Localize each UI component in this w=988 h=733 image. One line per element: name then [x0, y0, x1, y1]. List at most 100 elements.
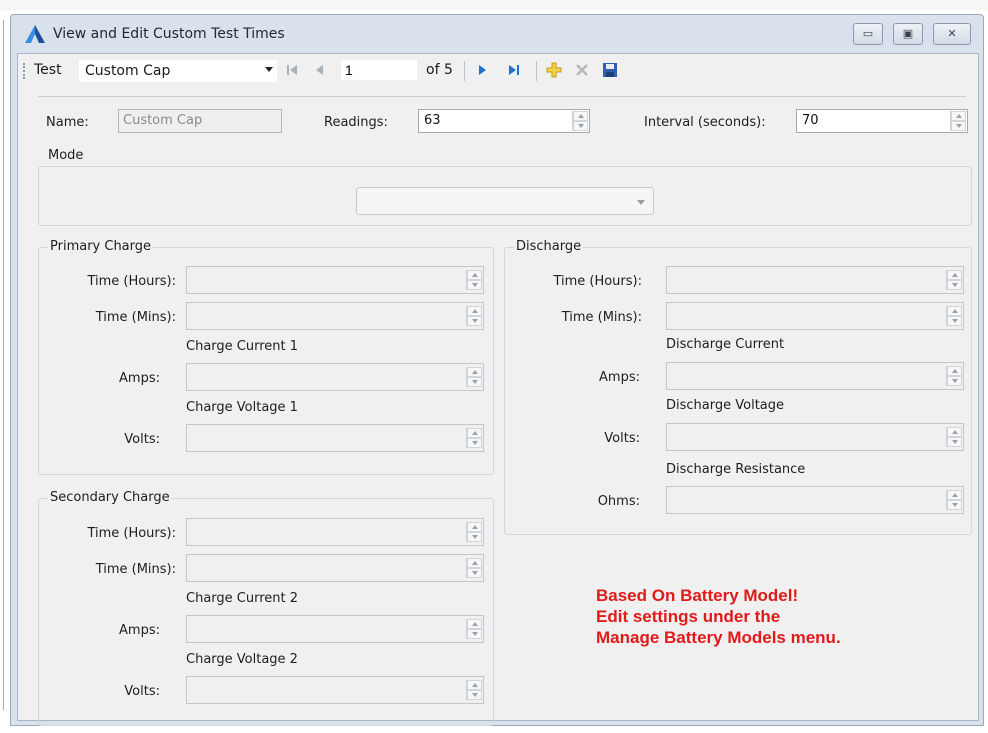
- spin-down-icon[interactable]: [947, 280, 962, 290]
- spin[interactable]: [466, 306, 482, 326]
- readings-spin[interactable]: [572, 111, 588, 131]
- primary-amps-stepper[interactable]: [186, 363, 484, 391]
- spin-up-icon[interactable]: [467, 680, 482, 690]
- discharge-voltage-caption: Discharge Voltage: [666, 398, 785, 413]
- spin-down-icon[interactable]: [947, 376, 962, 386]
- spin-down-icon[interactable]: [467, 280, 482, 290]
- primary-hours-label: Time (Hours):: [87, 274, 176, 289]
- minimize-button[interactable]: ▭: [853, 23, 883, 45]
- spin-up-icon[interactable]: [467, 367, 482, 377]
- restore-icon: ▣: [902, 27, 914, 40]
- primary-volts-stepper[interactable]: [186, 424, 484, 452]
- spin-up-icon[interactable]: [947, 490, 962, 500]
- notice-line-2: Edit settings under the: [596, 607, 781, 626]
- primary-current-caption: Charge Current 1: [186, 339, 299, 354]
- spin-up-icon[interactable]: [467, 428, 482, 438]
- interval-label: Interval (seconds):: [644, 115, 766, 130]
- spin-up-icon[interactable]: [467, 306, 482, 316]
- background-line: [3, 20, 4, 710]
- spin-up-icon[interactable]: [467, 619, 482, 629]
- discharge-ohms-stepper[interactable]: [666, 486, 964, 514]
- secondary-hours-stepper[interactable]: [186, 518, 484, 546]
- interval-spin[interactable]: [950, 111, 966, 131]
- battery-model-notice: Based On Battery Model! Edit settings un…: [596, 585, 956, 648]
- secondary-volts-stepper[interactable]: [186, 676, 484, 704]
- spin-down-icon[interactable]: [951, 121, 966, 131]
- record-count: of 5: [426, 62, 453, 78]
- spin-up-icon[interactable]: [467, 270, 482, 280]
- mode-select[interactable]: [356, 187, 654, 215]
- readings-value: 63: [424, 113, 441, 128]
- delete-icon[interactable]: [574, 62, 590, 78]
- spin-up-icon[interactable]: [573, 111, 588, 121]
- binding-navigator-toolbar: Test Custom Cap of 5: [18, 54, 978, 86]
- add-new-icon[interactable]: [546, 62, 562, 78]
- readings-stepper[interactable]: 63: [418, 109, 590, 133]
- spin-down-icon[interactable]: [467, 438, 482, 448]
- spin[interactable]: [466, 367, 482, 387]
- combo-dropdown-icon[interactable]: [265, 67, 273, 72]
- toolbar-grip[interactable]: [23, 63, 25, 79]
- spin-up-icon[interactable]: [467, 558, 482, 568]
- mode-label: Mode: [46, 148, 86, 163]
- spin[interactable]: [466, 558, 482, 578]
- restore-button[interactable]: ▣: [893, 23, 923, 45]
- primary-hours-stepper[interactable]: [186, 266, 484, 294]
- minimize-icon: ▭: [862, 27, 874, 40]
- primary-mins-stepper[interactable]: [186, 302, 484, 330]
- primary-volts-label: Volts:: [124, 432, 160, 447]
- spin-up-icon[interactable]: [947, 366, 962, 376]
- spin-down-icon[interactable]: [467, 316, 482, 326]
- spin[interactable]: [946, 490, 962, 510]
- spin[interactable]: [946, 366, 962, 386]
- secondary-mins-stepper[interactable]: [186, 554, 484, 582]
- spin[interactable]: [466, 270, 482, 290]
- close-button[interactable]: ✕: [933, 23, 971, 45]
- spin-up-icon[interactable]: [947, 270, 962, 280]
- spin-up-icon[interactable]: [947, 427, 962, 437]
- spin-down-icon[interactable]: [467, 568, 482, 578]
- spin-up-icon[interactable]: [947, 306, 962, 316]
- discharge-volts-stepper[interactable]: [666, 423, 964, 451]
- chevron-down-icon[interactable]: [637, 200, 645, 205]
- title-bar[interactable]: View and Edit Custom Test Times ▭ ▣ ✕: [11, 15, 983, 53]
- move-first-icon[interactable]: [284, 62, 300, 78]
- secondary-amps-stepper[interactable]: [186, 615, 484, 643]
- notice-line-3: Manage Battery Models menu.: [596, 628, 841, 647]
- spin-down-icon[interactable]: [467, 532, 482, 542]
- discharge-mins-stepper[interactable]: [666, 302, 964, 330]
- spin[interactable]: [466, 522, 482, 542]
- discharge-hours-stepper[interactable]: [666, 266, 964, 294]
- spin[interactable]: [946, 306, 962, 326]
- name-field[interactable]: Custom Cap: [118, 109, 282, 133]
- spin[interactable]: [946, 270, 962, 290]
- test-label: Test: [34, 62, 62, 78]
- spin-down-icon[interactable]: [947, 316, 962, 326]
- move-next-icon[interactable]: [474, 62, 490, 78]
- interval-value: 70: [802, 113, 819, 128]
- move-last-icon[interactable]: [506, 62, 522, 78]
- close-icon: ✕: [947, 27, 957, 40]
- spin-down-icon[interactable]: [947, 500, 962, 510]
- test-combobox[interactable]: Custom Cap: [78, 59, 278, 83]
- toolbar-separator: [536, 61, 537, 81]
- spin-down-icon[interactable]: [467, 690, 482, 700]
- spin[interactable]: [946, 427, 962, 447]
- position-input[interactable]: [340, 59, 418, 81]
- spin-down-icon[interactable]: [467, 377, 482, 387]
- secondary-amps-label: Amps:: [119, 623, 160, 638]
- move-previous-icon[interactable]: [312, 62, 328, 78]
- discharge-hours-label: Time (Hours):: [553, 274, 642, 289]
- spin[interactable]: [466, 428, 482, 448]
- interval-stepper[interactable]: 70: [796, 109, 968, 133]
- spin-down-icon[interactable]: [573, 121, 588, 131]
- spin[interactable]: [466, 619, 482, 639]
- save-icon[interactable]: [602, 62, 618, 78]
- spin[interactable]: [466, 680, 482, 700]
- spin-up-icon[interactable]: [951, 111, 966, 121]
- spin-down-icon[interactable]: [467, 629, 482, 639]
- spin-down-icon[interactable]: [947, 437, 962, 447]
- discharge-volts-label: Volts:: [604, 431, 640, 446]
- discharge-amps-stepper[interactable]: [666, 362, 964, 390]
- spin-up-icon[interactable]: [467, 522, 482, 532]
